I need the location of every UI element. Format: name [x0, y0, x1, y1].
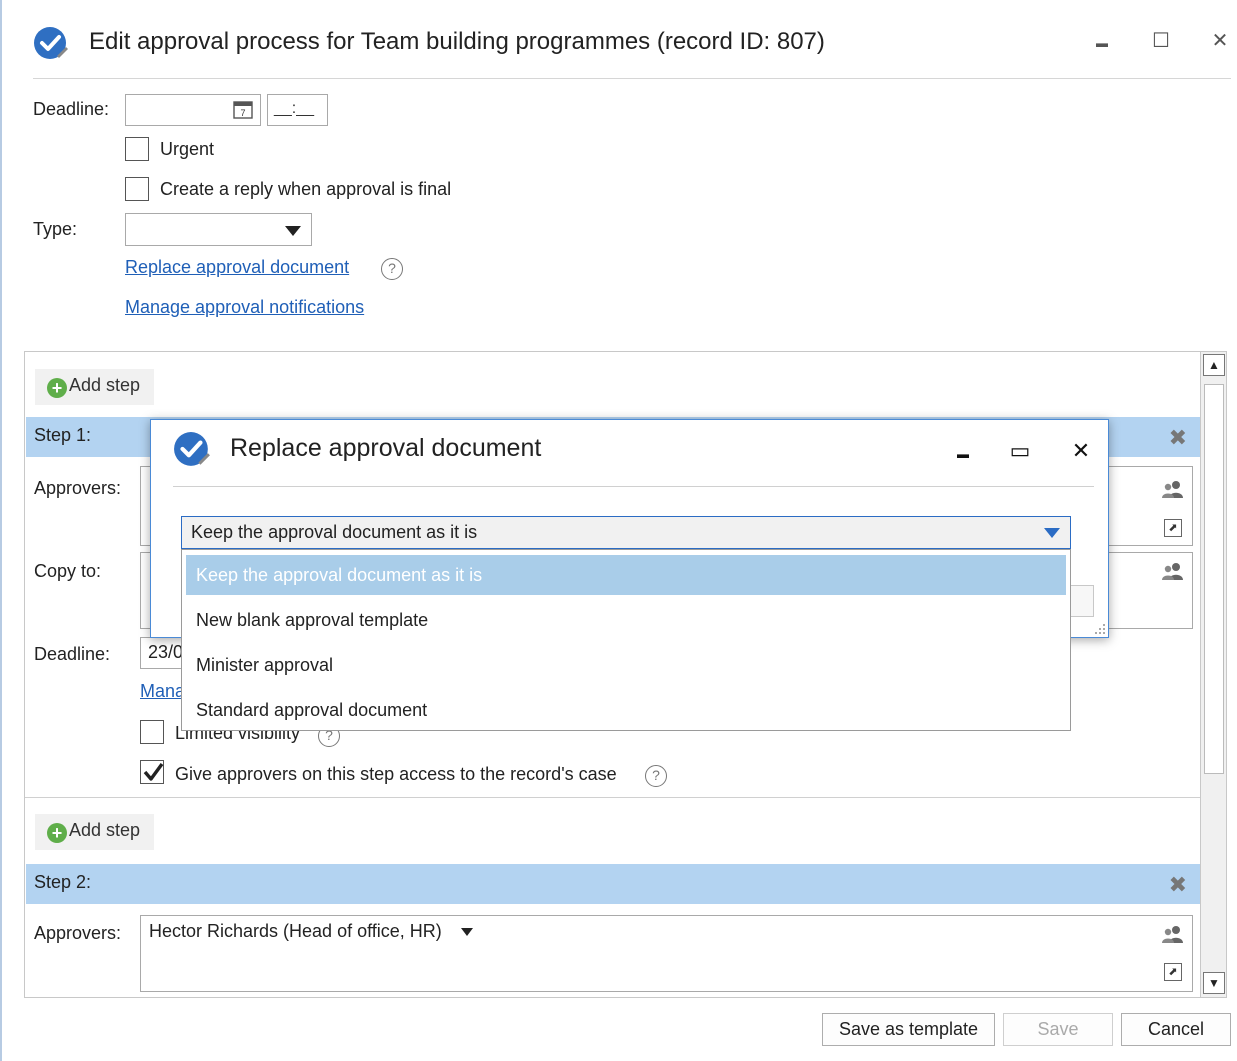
step1-approvers-label: Approvers:	[34, 478, 122, 498]
step2-approvers-label: Approvers:	[34, 923, 122, 943]
cancel-button[interactable]: Cancel	[1121, 1013, 1231, 1046]
help-icon[interactable]: ?	[381, 258, 403, 280]
deadline-date-input[interactable]: 7	[125, 94, 261, 126]
option-standard-document[interactable]: Standard approval document	[186, 690, 1066, 730]
step1-copy-to-label: Copy to:	[34, 561, 102, 581]
dialog-title: Replace approval document	[230, 434, 542, 462]
window-title: Edit approval process for Team building …	[89, 28, 825, 55]
step2-approvers-field[interactable]: Hector Richards (Head of office, HR) ⬈	[140, 915, 1193, 992]
step1-manage-link[interactable]: Mana	[140, 681, 185, 702]
checkmark-icon	[143, 762, 164, 781]
close-icon: ✕	[1211, 30, 1229, 52]
create-reply-checkbox[interactable]	[125, 177, 149, 201]
step2-header: Step 2: ✖	[26, 864, 1200, 904]
add-step-button[interactable]: + Add step	[35, 369, 155, 405]
option-keep-document[interactable]: Keep the approval document as it is	[186, 555, 1066, 595]
minimize-icon: ▬	[957, 447, 969, 461]
close-button[interactable]: ✕	[1203, 24, 1237, 58]
dialog-divider	[173, 486, 1094, 487]
step-divider	[25, 797, 1200, 798]
approval-check-icon	[34, 27, 68, 59]
minimize-button[interactable]: ▬	[1085, 24, 1119, 58]
save-as-template-button[interactable]: Save as template	[822, 1013, 995, 1046]
deadline-time-input[interactable]: __:__	[267, 94, 328, 126]
people-icon[interactable]	[1161, 479, 1185, 499]
people-icon[interactable]	[1161, 924, 1185, 944]
limited-visibility-checkbox[interactable]	[140, 720, 164, 744]
type-select[interactable]	[125, 213, 312, 246]
step2-approver-value[interactable]: Hector Richards (Head of office, HR)	[149, 921, 442, 942]
expand-icon[interactable]: ⬈	[1164, 963, 1182, 981]
scroll-thumb[interactable]	[1204, 384, 1224, 774]
dialog-minimize-button[interactable]: ▬	[948, 436, 978, 466]
dialog-close-button[interactable]: ✕	[1066, 436, 1096, 466]
chevron-down-icon	[1044, 528, 1060, 538]
give-access-label: Give approvers on this step access to th…	[175, 764, 617, 784]
document-options-list: Keep the approval document as it is New …	[181, 549, 1071, 731]
close-icon: ✕	[1071, 438, 1091, 463]
add-step-label: Add step	[69, 375, 141, 395]
add-icon: +	[47, 823, 67, 843]
expand-icon[interactable]: ⬈	[1164, 519, 1182, 537]
option-minister-approval[interactable]: Minister approval	[186, 645, 1066, 685]
maximize-button[interactable]: ☐	[1144, 24, 1178, 58]
option-new-blank-template[interactable]: New blank approval template	[186, 600, 1066, 640]
save-button[interactable]: Save	[1003, 1013, 1113, 1046]
urgent-checkbox[interactable]	[125, 137, 149, 161]
document-select-value: Keep the approval document as it is	[191, 522, 478, 542]
chevron-down-icon	[285, 226, 301, 236]
add-icon: +	[47, 378, 67, 398]
type-label: Type:	[33, 219, 78, 239]
add-step-button-2[interactable]: + Add step	[35, 814, 155, 850]
remove-step-icon[interactable]: ✖	[1169, 425, 1187, 451]
window-left-border	[0, 0, 2, 1061]
title-divider	[33, 78, 1231, 79]
urgent-label: Urgent	[160, 139, 215, 159]
maximize-icon: ☐	[1152, 30, 1170, 52]
minimize-icon: ▬	[1096, 36, 1108, 50]
remove-step-icon[interactable]: ✖	[1169, 872, 1187, 898]
resize-grip-icon[interactable]	[1092, 621, 1106, 635]
people-icon[interactable]	[1161, 561, 1185, 581]
calendar-icon[interactable]: 7	[233, 99, 253, 119]
add-step-label: Add step	[69, 820, 141, 840]
help-icon[interactable]: ?	[645, 765, 667, 787]
create-reply-label: Create a reply when approval is final	[160, 179, 452, 199]
chevron-down-icon[interactable]	[461, 928, 473, 936]
deadline-label: Deadline:	[33, 99, 110, 119]
scroll-down-icon[interactable]: ▼	[1203, 972, 1225, 994]
document-select[interactable]: Keep the approval document as it is	[181, 516, 1071, 549]
step2-title: Step 2:	[34, 872, 92, 892]
give-access-checkbox[interactable]	[140, 760, 164, 784]
steps-scrollbar[interactable]: ▲ ▼	[1200, 351, 1227, 998]
replace-approval-document-link[interactable]: Replace approval document	[125, 257, 349, 278]
maximize-icon: ▭	[1009, 438, 1031, 463]
step1-title: Step 1:	[34, 425, 92, 445]
scroll-up-icon[interactable]: ▲	[1203, 354, 1225, 376]
step1-deadline-label: Deadline:	[34, 644, 111, 664]
approval-check-icon	[174, 432, 210, 466]
svg-text:7: 7	[240, 108, 245, 118]
dialog-maximize-button[interactable]: ▭	[1005, 436, 1035, 466]
manage-approval-notifications-link[interactable]: Manage approval notifications	[125, 297, 364, 318]
